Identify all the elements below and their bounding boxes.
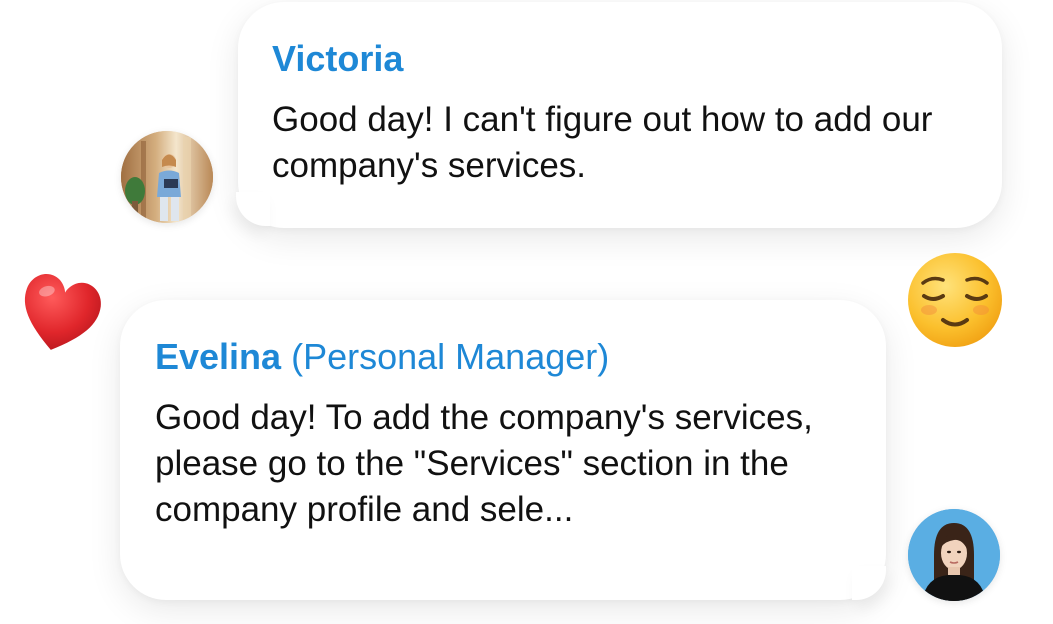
message-bubble-tail [236, 192, 270, 226]
avatar-evelina [908, 509, 1000, 601]
avatar-victoria [121, 131, 213, 223]
sender-name: Evelina [155, 336, 282, 377]
sender-role: (Personal Manager) [291, 336, 610, 377]
heart-icon [14, 265, 106, 366]
message-bubble-tail [852, 566, 886, 600]
relieved-face-icon-svg [908, 253, 1002, 347]
message-text: Good day! I can't figure out how to add … [272, 100, 933, 185]
sender-name: Victoria [272, 38, 404, 79]
avatar-evelina-image [908, 509, 1000, 601]
message-text: Good day! To add the company's services,… [155, 398, 813, 529]
sender-line: Evelina (Personal Manager) [155, 337, 609, 377]
relieved-face-icon [905, 250, 1005, 355]
heart-icon-svg [24, 273, 101, 350]
avatar-victoria-image [121, 131, 213, 223]
